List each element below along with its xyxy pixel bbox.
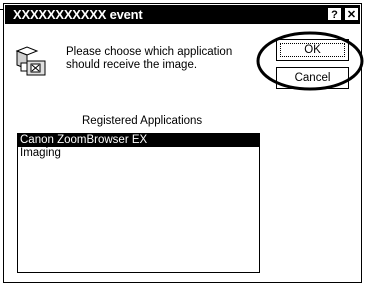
highlight-circle	[256, 31, 364, 91]
window-title: XXXXXXXXXXX event	[13, 7, 143, 22]
close-button[interactable]: ✕	[344, 7, 359, 21]
scanner-camera-icon	[15, 46, 46, 76]
help-button[interactable]: ?	[327, 7, 342, 21]
applications-listbox[interactable]: Canon ZoomBrowser EX Imaging	[17, 133, 260, 273]
title-bar[interactable]: XXXXXXXXXXX event ? ✕	[5, 5, 360, 24]
instruction-message: Please choose which application should r…	[66, 46, 233, 71]
list-item[interactable]: Imaging	[18, 147, 259, 160]
registered-applications-label: Registered Applications	[82, 115, 203, 127]
list-item[interactable]: Canon ZoomBrowser EX	[18, 134, 259, 147]
